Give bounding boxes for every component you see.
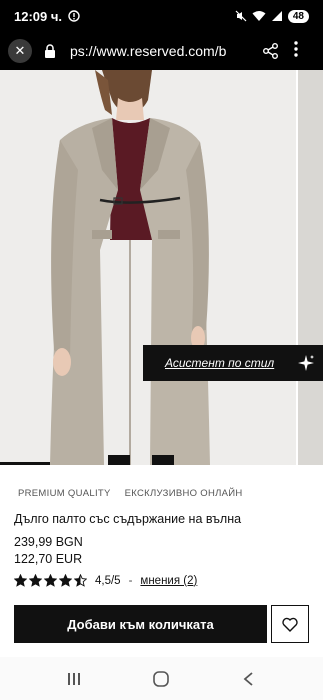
home-icon: [153, 670, 170, 687]
product-title: Дълго палто със съдържание на вълна: [14, 512, 242, 526]
tag-premium-quality: PREMIUM QUALITY: [18, 488, 111, 499]
star-icon: [14, 574, 27, 587]
rating-value: 4,5/5: [95, 574, 121, 587]
star-icon: [74, 574, 87, 587]
status-time: 12:09 ч.: [14, 8, 63, 24]
lock-icon[interactable]: [44, 43, 60, 59]
product-image-carousel[interactable]: [0, 70, 323, 465]
wishlist-button[interactable]: [271, 605, 309, 643]
recent-apps-button[interactable]: [59, 664, 89, 694]
back-icon: [243, 671, 253, 686]
home-button[interactable]: [146, 664, 176, 694]
carousel-progress-indicator: [0, 462, 50, 465]
more-vert-icon[interactable]: [294, 41, 298, 61]
system-nav-bar: [0, 657, 323, 700]
back-button[interactable]: [234, 664, 264, 694]
product-tags: PREMIUM QUALITY ЕКСКЛУЗИВНО ОНЛАЙН: [18, 488, 243, 499]
browser-url-bar: ✕ ps://www.reserved.com/b: [0, 32, 323, 70]
next-image-peek[interactable]: [296, 70, 323, 465]
star-icon: [29, 574, 42, 587]
rating-separator: -: [128, 574, 133, 587]
close-icon: ✕: [14, 43, 26, 58]
close-tab-button[interactable]: ✕: [8, 39, 32, 63]
star-icon: [44, 574, 57, 587]
sparkle-icon: [298, 355, 314, 371]
url-field[interactable]: ps://www.reserved.com/b: [70, 43, 250, 59]
signal-icon: [271, 11, 282, 21]
rating-row: 4,5/5 - мнения (2): [14, 574, 197, 587]
product-photo: [0, 70, 296, 465]
wifi-icon: [252, 11, 266, 21]
price-eur: 122,70 EUR: [14, 552, 83, 566]
heart-icon: [282, 617, 298, 632]
notification-icon: [68, 10, 80, 22]
mute-icon: [235, 10, 247, 22]
style-assistant-button[interactable]: Асистент по стил: [143, 345, 323, 381]
status-bar: 12:09 ч. 48: [0, 0, 323, 32]
reviews-link[interactable]: мнения (2): [140, 575, 197, 587]
price-bgn: 239,99 BGN: [14, 535, 83, 549]
share-icon[interactable]: [262, 42, 280, 60]
tag-exclusive-online: ЕКСКЛУЗИВНО ОНЛАЙН: [124, 488, 243, 499]
star-icon: [59, 574, 72, 587]
style-assistant-label: Асистент по стил: [165, 356, 275, 370]
recent-apps-icon: [67, 672, 80, 685]
add-to-cart-button[interactable]: Добави към количката: [14, 605, 267, 643]
battery-badge: 48: [287, 9, 309, 23]
rating-stars: [14, 574, 87, 587]
